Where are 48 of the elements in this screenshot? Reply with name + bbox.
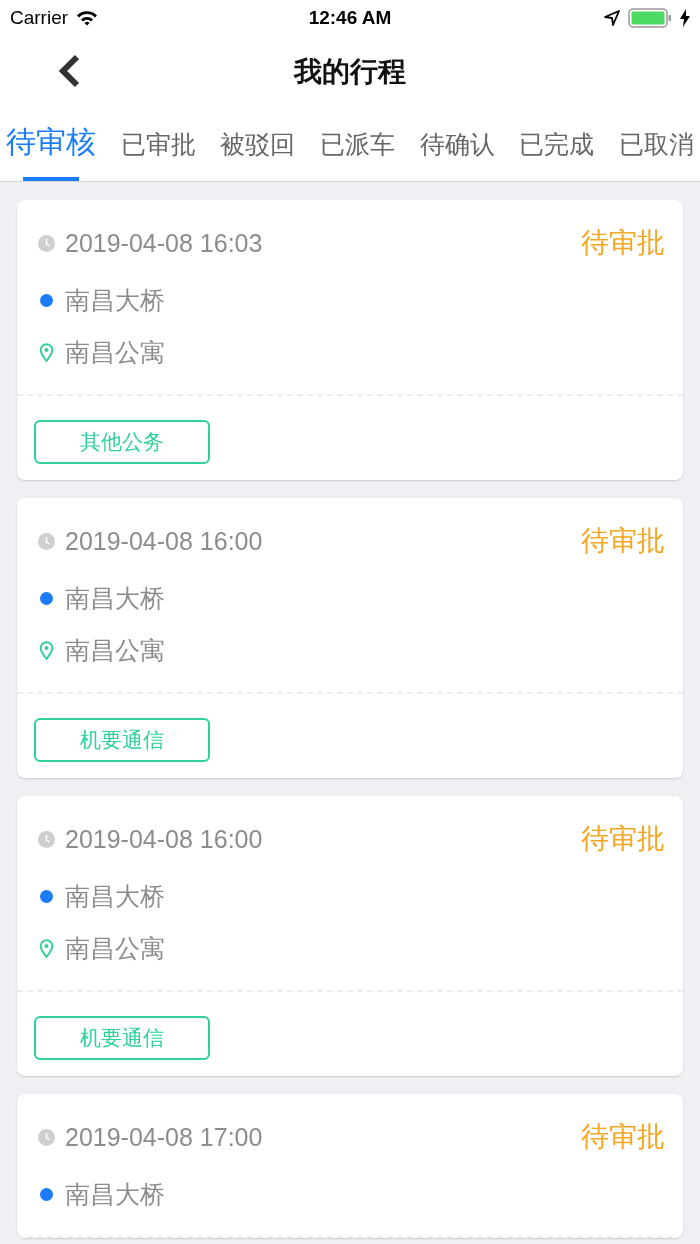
trip-card[interactable]: 2019-04-08 16:00 待审批 南昌大桥 南昌公寓 机要通信 xyxy=(17,498,683,778)
status-tab[interactable]: 待审核 xyxy=(6,108,96,181)
trip-status: 待审批 xyxy=(581,1120,665,1154)
trip-status: 待审批 xyxy=(581,822,665,856)
status-tab[interactable]: 待确认 xyxy=(419,108,495,181)
map-pin-icon xyxy=(38,640,55,660)
map-pin-icon xyxy=(38,342,55,362)
status-tab[interactable]: 已取消 xyxy=(618,108,694,181)
trip-card[interactable]: 2019-04-08 16:03 待审批 南昌大桥 南昌公寓 其他公务 xyxy=(17,200,683,480)
start-location: 南昌大桥 xyxy=(65,1178,165,1210)
start-dot-icon xyxy=(38,591,55,605)
location-arrow-icon xyxy=(604,10,620,26)
clock-icon xyxy=(38,1128,55,1146)
start-location: 南昌大桥 xyxy=(65,284,165,316)
trip-card[interactable]: 2019-04-08 17:00 待审批 南昌大桥 xyxy=(17,1094,683,1238)
destination-location: 南昌公寓 xyxy=(65,336,165,368)
status-tab[interactable]: 已完成 xyxy=(519,108,595,181)
clock-icon xyxy=(38,830,55,848)
trip-card[interactable]: 2019-04-08 16:00 待审批 南昌大桥 南昌公寓 机要通信 xyxy=(17,796,683,1076)
destination-location: 南昌公寓 xyxy=(65,634,165,666)
back-button[interactable] xyxy=(58,54,82,88)
wifi-icon xyxy=(76,10,99,26)
trip-type-tag: 机要通信 xyxy=(34,718,210,762)
clock-icon xyxy=(38,532,55,550)
status-tab[interactable]: 已派车 xyxy=(319,108,395,181)
trip-time: 2019-04-08 17:00 xyxy=(65,1122,263,1152)
charging-bolt-icon xyxy=(680,9,690,27)
status-tab[interactable]: 被驳回 xyxy=(220,108,296,181)
battery-icon xyxy=(628,8,672,28)
page-title: 我的行程 xyxy=(294,55,406,89)
map-pin-icon xyxy=(38,938,55,958)
clock-time: 12:46 AM xyxy=(308,7,392,29)
clock-icon xyxy=(38,234,55,252)
start-location: 南昌大桥 xyxy=(65,582,165,614)
trip-status: 待审批 xyxy=(581,226,665,260)
trip-type-tag: 其他公务 xyxy=(34,420,210,464)
trip-type-tag: 机要通信 xyxy=(34,1016,210,1060)
trip-status: 待审批 xyxy=(581,524,665,558)
carrier-label: Carrier xyxy=(10,7,69,29)
trip-time: 2019-04-08 16:00 xyxy=(65,526,263,556)
trip-time: 2019-04-08 16:00 xyxy=(65,824,263,854)
destination-location: 南昌公寓 xyxy=(65,932,165,964)
start-dot-icon xyxy=(38,293,55,307)
trip-time: 2019-04-08 16:03 xyxy=(65,228,263,258)
status-tab[interactable]: 已审批 xyxy=(120,108,196,181)
start-dot-icon xyxy=(38,889,55,903)
start-location: 南昌大桥 xyxy=(65,880,165,912)
start-dot-icon xyxy=(38,1187,55,1201)
